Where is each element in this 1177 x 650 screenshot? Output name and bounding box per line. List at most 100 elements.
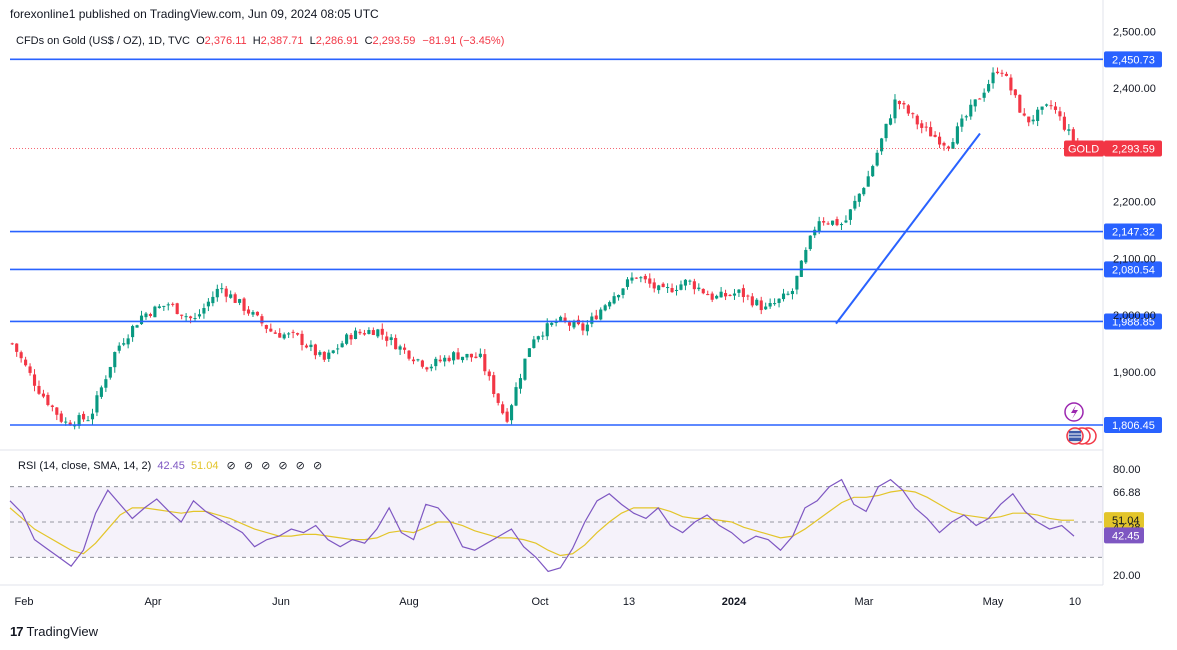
candle-body	[759, 300, 763, 311]
candle-body	[318, 352, 322, 355]
candle-body	[425, 367, 429, 370]
level-price-label: 2,450.73	[1112, 54, 1155, 66]
candle-body	[153, 306, 157, 318]
candle-body	[880, 138, 884, 152]
candle-body	[634, 277, 638, 279]
candle-body	[643, 275, 647, 280]
time-tick-label: Feb	[15, 596, 34, 608]
candle-body	[434, 358, 438, 367]
candle-body	[398, 346, 402, 350]
candle-body	[246, 309, 251, 314]
candle-body	[862, 188, 866, 195]
rsi-tick-label: 80.00	[1113, 464, 1141, 476]
candle-body	[835, 219, 839, 226]
candle-body	[514, 387, 518, 406]
toggle-icon[interactable]: ⊘	[278, 460, 287, 472]
candle-body	[853, 200, 857, 209]
candle-body	[510, 405, 514, 421]
candle-body	[536, 336, 540, 340]
candle-body	[1013, 89, 1017, 96]
candle-body	[407, 350, 411, 359]
price-tick-label: 2,400.00	[1113, 83, 1156, 95]
candle-body	[353, 330, 358, 339]
candle-body	[652, 282, 656, 289]
candle-body	[59, 413, 63, 422]
level-price-label: 1,806.45	[1112, 420, 1155, 432]
candle-body	[688, 280, 692, 282]
brand-name: TradingView	[26, 624, 99, 639]
candle-body	[86, 420, 90, 422]
candle-body	[211, 296, 215, 304]
candle-body	[1071, 129, 1075, 142]
candle-body	[857, 193, 861, 202]
toggle-icon[interactable]: ⊘	[244, 460, 253, 472]
candle-body	[848, 209, 852, 220]
candle-body	[46, 394, 50, 405]
candle-body	[884, 123, 888, 139]
candle-body	[590, 316, 594, 324]
candle-body	[581, 323, 585, 331]
candle-body	[309, 344, 313, 348]
last-price-label: 2,293.59	[1112, 144, 1155, 156]
rsi-legend: RSI (14, close, SMA, 14, 2) 42.45 51.04 …	[18, 459, 322, 472]
candle-body	[447, 357, 451, 362]
candle-body	[737, 289, 741, 293]
candle-body	[126, 338, 130, 345]
candle-body	[135, 325, 139, 328]
candle-body	[460, 356, 465, 361]
candle-body	[991, 72, 995, 84]
us-flag-event-icons[interactable]	[1066, 427, 1097, 445]
candle-body	[741, 288, 745, 298]
level-price-label: 2,080.54	[1112, 264, 1155, 276]
candle-body	[728, 294, 732, 296]
candle-body	[349, 334, 353, 340]
candle-body	[483, 354, 487, 372]
candle-body	[358, 331, 362, 334]
candle-body	[786, 293, 790, 295]
candle-body	[166, 304, 170, 306]
candle-body	[394, 337, 398, 350]
rsi-tick-label: 20.00	[1113, 570, 1141, 582]
events-icon[interactable]	[1064, 402, 1084, 422]
candle-body	[327, 352, 331, 359]
candle-body	[518, 378, 523, 389]
toggle-icon[interactable]: ⊘	[261, 460, 270, 472]
price-chart[interactable]: 2,450.732,147.322,080.541,988.851,806.45…	[0, 0, 1177, 650]
symbol-label: GOLD	[1068, 144, 1099, 156]
candle-body	[906, 105, 910, 114]
candle-body	[336, 348, 340, 350]
candle-body	[995, 71, 1000, 74]
candle-body	[1040, 106, 1044, 110]
candle-body	[202, 308, 206, 314]
level-price-label: 2,147.32	[1112, 227, 1155, 239]
time-tick-label: 13	[623, 596, 635, 608]
toggle-icon[interactable]: ⊘	[296, 460, 305, 472]
time-tick-label: Aug	[399, 596, 419, 608]
toggle-icon[interactable]: ⊘	[227, 460, 236, 472]
candle-body	[706, 294, 710, 296]
candle-body	[242, 298, 246, 311]
candle-body	[362, 333, 366, 335]
candle-body	[1009, 77, 1013, 91]
candle-body	[683, 279, 687, 286]
tradingview-brand[interactable]: 17 TradingView	[10, 624, 98, 639]
toggle-icon[interactable]: ⊘	[313, 460, 322, 472]
time-tick-label: Mar	[855, 596, 874, 608]
candle-body	[773, 303, 777, 305]
candle-body	[875, 152, 879, 166]
candle-body	[599, 309, 603, 320]
candle-body	[55, 407, 59, 415]
candle-body	[924, 126, 928, 128]
candle-body	[144, 313, 148, 318]
candle-body	[666, 287, 670, 289]
candle-body	[296, 333, 300, 335]
price-tick-label: 2,500.00	[1113, 26, 1156, 38]
time-tick-label: Jun	[272, 596, 290, 608]
candle-body	[411, 359, 416, 362]
price-tick-label: 1,900.00	[1113, 367, 1156, 379]
candle-body	[710, 293, 714, 300]
candle-body	[942, 142, 946, 146]
candle-body	[1004, 73, 1008, 76]
candle-body	[527, 348, 531, 357]
candle-body	[813, 229, 817, 236]
